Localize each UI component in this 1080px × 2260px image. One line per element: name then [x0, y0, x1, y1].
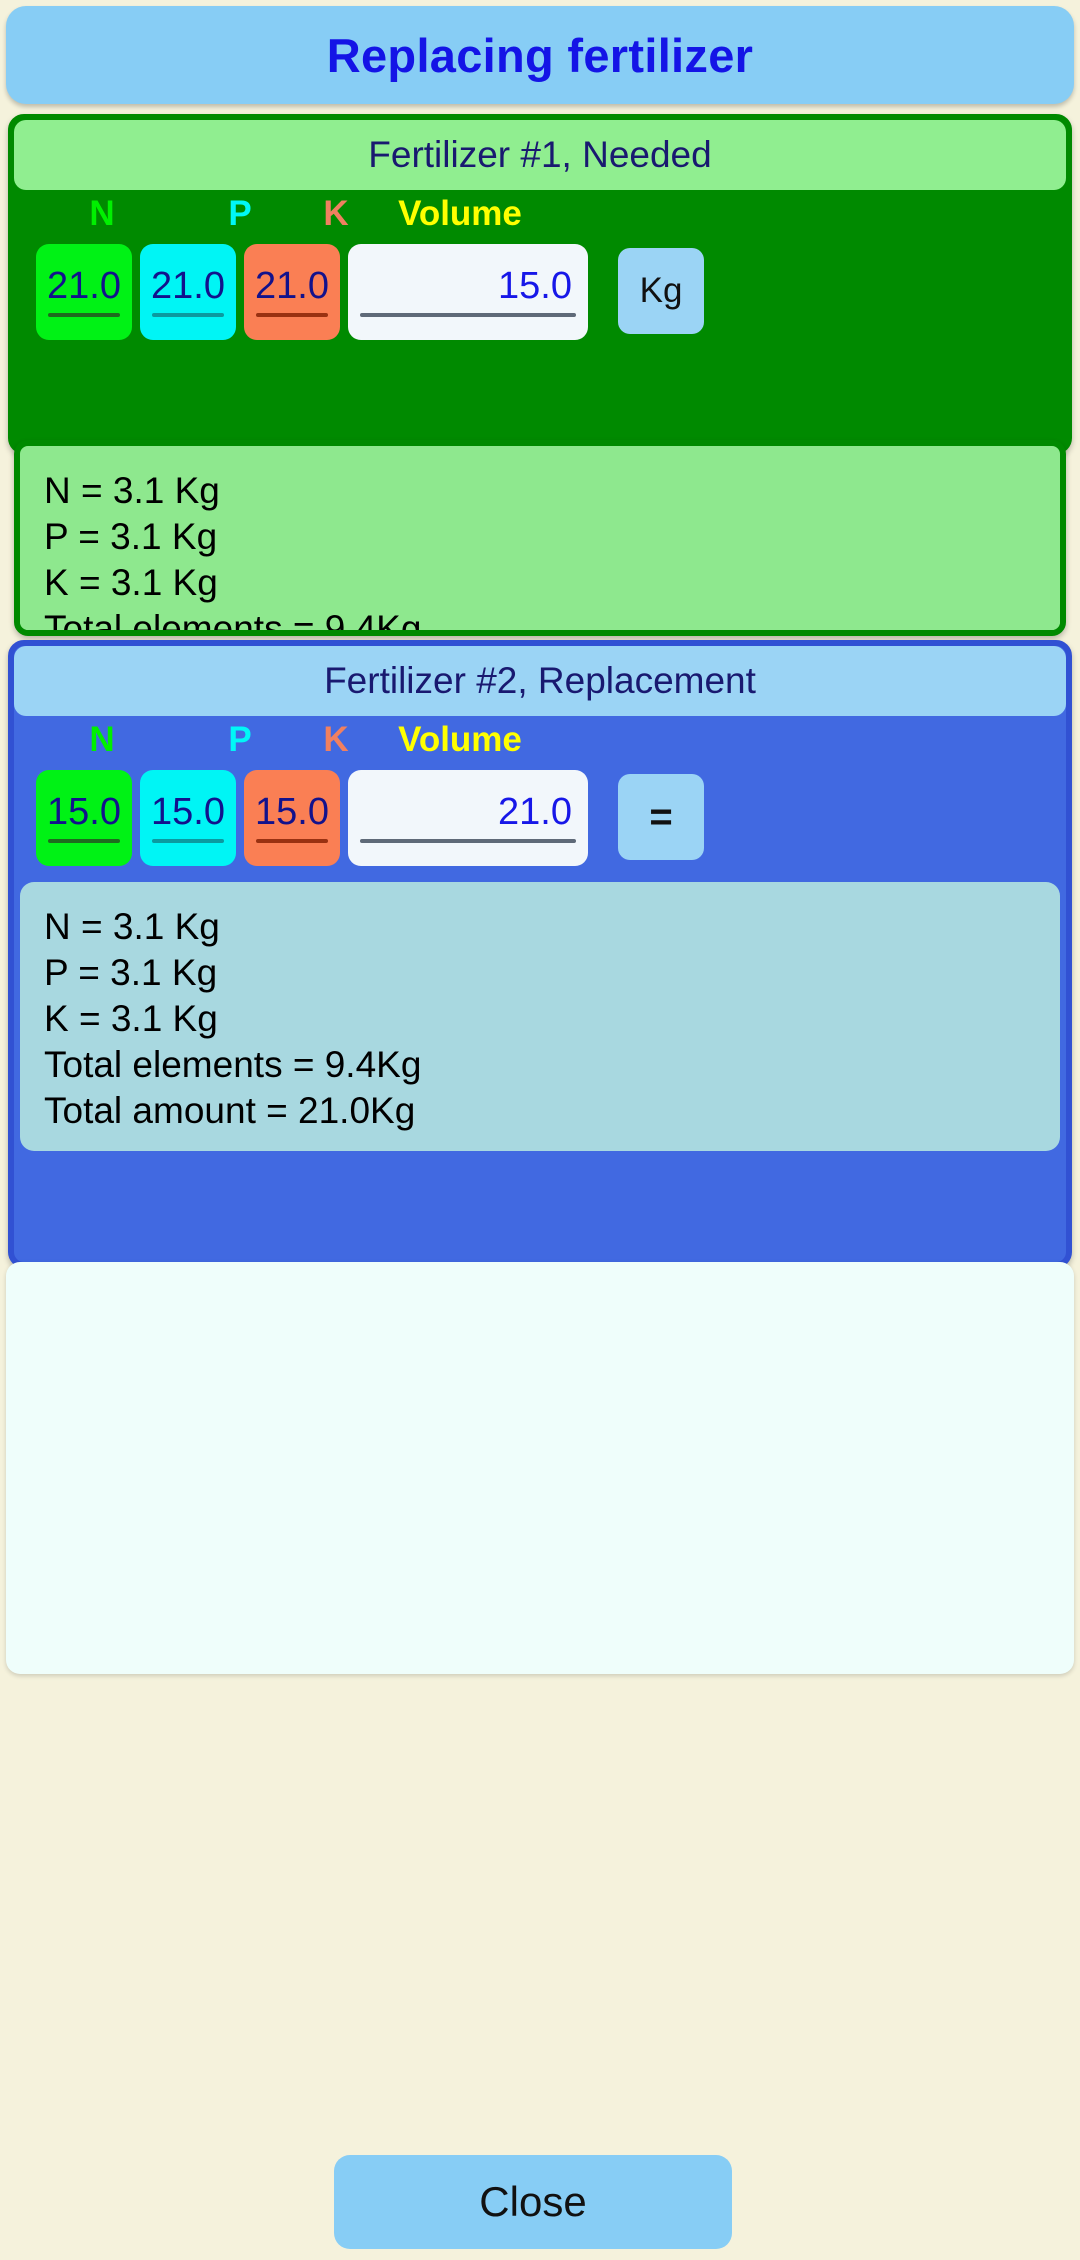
result-line: Total elements = 9.4Kg: [44, 1043, 422, 1085]
fertilizer-1-input-row: 21.0 21.0 21.0 15.0 Kg: [14, 244, 1066, 350]
n-input-value-f1: 21.0: [47, 265, 121, 308]
fertilizer-2-header: Fertilizer #2, Replacement: [14, 646, 1066, 716]
fertilizer-2-results-list: N = 3.1 Kg P = 3.1 Kg K = 3.1 Kg Total e…: [20, 882, 1060, 1152]
fertilizer-1-body: Fertilizer #1, Needed N P K Volume 21.0 …: [14, 120, 1066, 350]
fertilizer-2-input-row: 15.0 15.0 15.0 21.0 =: [14, 770, 1066, 876]
p-input-value-f1: 21.0: [151, 265, 225, 308]
result-line: N = 3.1 Kg: [44, 906, 220, 947]
n-input-underline-f1: [48, 312, 120, 317]
fertilizer-1-header: Fertilizer #1, Needed: [14, 120, 1066, 190]
result-line: P = 3.1 Kg: [44, 515, 218, 557]
fertilizer-1-label-row: N P K Volume: [14, 194, 1066, 244]
k-input-underline-f1: [256, 312, 328, 317]
p-input-value-f2: 15.0: [151, 791, 225, 834]
fertilizer-2-body: Fertilizer #2, Replacement N P K Volume …: [14, 646, 1066, 1152]
p-input-underline-f1: [152, 312, 224, 317]
n-input-f2[interactable]: 15.0: [36, 770, 132, 866]
dialog-title-bar: Replacing fertilizer: [6, 6, 1074, 104]
n-input-value-f2: 15.0: [47, 791, 121, 834]
fertilizer-1-card: Fertilizer #1, Needed N P K Volume 21.0 …: [8, 114, 1072, 454]
unit-button-f1[interactable]: Kg: [618, 248, 704, 334]
fertilizer-1-results-panel: N = 3.1 Kg P = 3.1 Kg K = 3.1 Kg Total e…: [14, 440, 1066, 636]
n-input-underline-f2: [48, 838, 120, 843]
k-input-value-f2: 15.0: [255, 791, 329, 834]
result-line: K = 3.1 Kg: [44, 997, 218, 1039]
result-line: N = 3.1 Kg: [44, 470, 220, 511]
result-line: P = 3.1 Kg: [44, 951, 218, 993]
p-input-f1[interactable]: 21.0: [140, 244, 236, 340]
equals-button-f2[interactable]: =: [618, 774, 704, 860]
volume-input-value-f2: 21.0: [498, 791, 572, 834]
result-line: K = 3.1 Kg: [44, 561, 218, 603]
fertilizer-2-label-row: N P K Volume: [14, 720, 1066, 770]
fertilizer-2-card: Fertilizer #2, Replacement N P K Volume …: [8, 640, 1072, 1268]
output-panel[interactable]: [6, 1262, 1074, 1674]
volume-input-underline-f2: [360, 838, 576, 843]
result-line: Total amount = 21.0Kg: [44, 1089, 416, 1131]
label-n-f2: N: [89, 720, 115, 759]
volume-input-f1[interactable]: 15.0: [348, 244, 588, 340]
app-screen: Replacing fertilizer Fertilizer #1, Need…: [0, 0, 1080, 2260]
volume-input-underline-f1: [360, 312, 576, 317]
page-title: Replacing fertilizer: [326, 28, 754, 82]
k-input-f2[interactable]: 15.0: [244, 770, 340, 866]
p-input-f2[interactable]: 15.0: [140, 770, 236, 866]
result-line: Total elements = 9.4Kg: [44, 607, 422, 636]
label-n-f1: N: [89, 194, 115, 233]
k-input-f1[interactable]: 21.0: [244, 244, 340, 340]
label-volume-f2: Volume: [398, 720, 522, 759]
fertilizer-1-results-list: N = 3.1 Kg P = 3.1 Kg K = 3.1 Kg Total e…: [20, 446, 1060, 636]
fertilizer-1-header-label: Fertilizer #1, Needed: [368, 134, 712, 175]
label-volume-f1: Volume: [398, 194, 522, 233]
volume-input-value-f1: 15.0: [498, 265, 572, 308]
p-input-underline-f2: [152, 838, 224, 843]
k-input-underline-f2: [256, 838, 328, 843]
volume-input-f2[interactable]: 21.0: [348, 770, 588, 866]
n-input-f1[interactable]: 21.0: [36, 244, 132, 340]
close-button[interactable]: Close: [334, 2155, 732, 2249]
fertilizer-2-header-label: Fertilizer #2, Replacement: [324, 660, 756, 701]
k-input-value-f1: 21.0: [255, 265, 329, 308]
